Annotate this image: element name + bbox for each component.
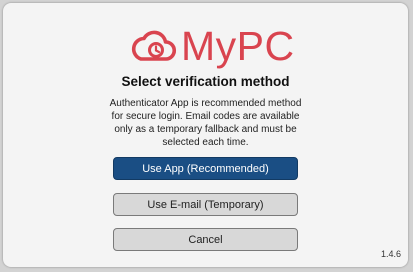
logo-text: MyPC xyxy=(181,22,295,69)
version-label: 1.4.6 xyxy=(380,249,401,259)
use-app-button[interactable]: Use App (Recommended) xyxy=(113,157,298,180)
dialog-description: Authenticator App is recommended method … xyxy=(109,98,302,148)
use-email-button[interactable]: Use E-mail (Temporary) xyxy=(113,193,298,216)
dialog-title: Select verification method xyxy=(121,74,290,89)
cloud-clock-icon xyxy=(129,28,177,64)
mypc-logo: MyPC xyxy=(129,23,294,69)
verification-dialog: MyPC Select verification method Authenti… xyxy=(3,3,408,267)
cancel-button[interactable]: Cancel xyxy=(113,228,298,251)
